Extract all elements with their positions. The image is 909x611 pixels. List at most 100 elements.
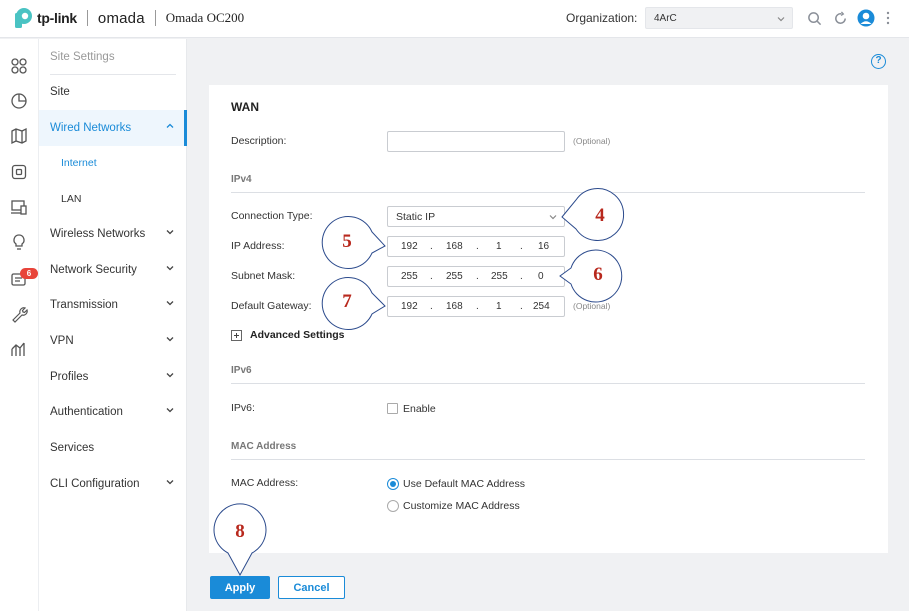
callout-number-6: 6 — [593, 264, 603, 285]
sidebar-item-authentication[interactable]: Authentication — [39, 394, 187, 430]
sidebar-item-label: Transmission — [50, 299, 118, 311]
product-family: omada — [97, 9, 145, 27]
default-gateway-label: Default Gateway: — [231, 300, 312, 312]
subnet-mask-input[interactable]: 255. 255. 255. 0 — [387, 266, 565, 287]
chevron-down-icon — [166, 408, 174, 413]
mask-octet-1: 255 — [401, 271, 418, 282]
wan-settings-card: WAN Description: (Optional) IPv4 Connect… — [209, 85, 888, 553]
sidebar-item-label: Services — [50, 442, 95, 454]
ipv6-divider — [231, 383, 865, 384]
description-label: Description: — [231, 135, 287, 147]
subnet-mask-label: Subnet Mask: — [231, 270, 296, 282]
refresh-icon[interactable] — [831, 9, 849, 27]
ip-octet-4: 16 — [538, 241, 550, 252]
connection-type-select[interactable]: Static IP — [387, 206, 565, 227]
help-icon[interactable]: ? — [871, 54, 886, 69]
ipv6-enable-checkbox[interactable] — [387, 403, 398, 414]
ipv4-divider — [231, 192, 865, 193]
callout-number-7: 7 — [342, 291, 352, 312]
chevron-down-icon — [166, 373, 174, 378]
sidebar-item-label: Wired Networks — [50, 122, 132, 134]
sidebar-item-profiles[interactable]: Profiles — [39, 359, 187, 395]
ip-octet-3: 1 — [496, 241, 502, 252]
mask-octet-2: 255 — [446, 271, 463, 282]
sidebar-item-label: LAN — [61, 193, 82, 205]
sidebar-item-lan[interactable]: LAN — [39, 181, 187, 217]
default-gateway-input[interactable]: 192. 168. 1. 254 — [387, 296, 565, 317]
ipv6-section-title: IPv6 — [231, 365, 252, 376]
mac-default-radio[interactable] — [387, 478, 399, 490]
mask-octet-4: 0 — [538, 271, 544, 282]
sidebar-item-cli-configuration[interactable]: CLI Configuration — [39, 466, 187, 502]
page-title: WAN — [231, 100, 259, 114]
site-settings-menu: Site Settings Site Wired Networks Internet L… — [39, 39, 187, 611]
callout-number-4: 4 — [595, 205, 605, 226]
sidebar-item-label: Network Security — [50, 264, 137, 276]
statistics-icon[interactable] — [10, 92, 28, 110]
ipv6-enable-label: Enable — [403, 403, 436, 415]
chevron-down-icon — [166, 230, 174, 235]
sidebar-item-label: Wireless Networks — [50, 228, 146, 240]
devices-icon[interactable] — [10, 163, 28, 181]
tools-icon[interactable] — [10, 305, 28, 323]
gateway-octet-4: 254 — [533, 301, 550, 312]
sidebar-item-transmission[interactable]: Transmission — [39, 287, 187, 323]
mac-custom-radio[interactable] — [387, 500, 399, 512]
logo-divider — [86, 10, 88, 26]
map-icon[interactable] — [10, 127, 28, 145]
ip-octet-1: 192 — [401, 241, 418, 252]
description-input[interactable] — [387, 131, 565, 152]
sidebar-item-label: Internet — [61, 157, 97, 169]
organization-label: Organization: — [566, 11, 638, 25]
reports-icon[interactable] — [10, 340, 28, 358]
sidebar-item-vpn[interactable]: VPN — [39, 323, 187, 359]
more-vertical-icon[interactable] — [883, 9, 893, 27]
advanced-settings-toggle[interactable]: Advanced Settings — [231, 329, 345, 341]
user-avatar-icon[interactable] — [857, 9, 875, 27]
sidebar-item-label: Site — [50, 86, 70, 98]
chevron-down-icon — [166, 301, 174, 306]
insight-icon[interactable] — [10, 233, 28, 251]
sidebar-item-wireless-networks[interactable]: Wireless Networks — [39, 216, 187, 252]
sidebar-item-label: Profiles — [50, 371, 89, 383]
ip-address-input[interactable]: 192. 168. 1. 16 — [387, 236, 565, 257]
sidebar-item-site[interactable]: Site — [39, 74, 187, 110]
ipv6-label: IPv6: — [231, 402, 255, 414]
cancel-button[interactable]: Cancel — [278, 576, 345, 599]
mac-default-label: Use Default MAC Address — [403, 478, 525, 490]
organization-select[interactable]: 4ArC — [645, 7, 793, 29]
mac-address-label: MAC Address: — [231, 477, 299, 489]
clients-icon[interactable] — [10, 198, 28, 216]
chevron-down-icon — [166, 266, 174, 271]
chevron-up-icon — [166, 123, 174, 128]
apply-button[interactable]: Apply — [210, 576, 270, 599]
product-name: Omada OC200 — [165, 10, 245, 25]
sidebar-item-services[interactable]: Services — [39, 430, 187, 466]
sidebar-item-wired-networks[interactable]: Wired Networks — [39, 110, 187, 146]
tp-link-logo-icon — [15, 8, 32, 28]
chevron-down-icon — [777, 17, 785, 22]
callout-number-5: 5 — [342, 231, 352, 252]
ip-octet-2: 168 — [446, 241, 463, 252]
mac-custom-label: Customize MAC Address — [403, 500, 520, 512]
mac-section-title: MAC Address — [231, 441, 297, 452]
sidebar-item-label: Authentication — [50, 406, 123, 418]
chevron-down-icon — [166, 480, 174, 485]
expand-plus-icon — [231, 329, 242, 341]
icon-rail: 6 — [0, 39, 39, 611]
gateway-optional-hint: (Optional) — [573, 301, 611, 311]
mac-divider — [231, 459, 865, 460]
gateway-octet-3: 1 — [496, 301, 502, 312]
logs-count-badge: 6 — [20, 268, 38, 279]
gateway-octet-1: 192 — [401, 301, 418, 312]
logo-divider — [154, 10, 156, 26]
ip-address-label: IP Address: — [231, 240, 285, 252]
sidebar-item-internet[interactable]: Internet — [39, 145, 187, 181]
description-optional-hint: (Optional) — [573, 136, 611, 146]
search-icon[interactable] — [805, 9, 823, 27]
callout-number-8: 8 — [235, 521, 245, 542]
sidebar-item-label: CLI Configuration — [50, 478, 140, 490]
chevron-down-icon — [166, 337, 174, 342]
dashboard-icon[interactable] — [10, 57, 28, 75]
sidebar-item-network-security[interactable]: Network Security — [39, 252, 187, 288]
